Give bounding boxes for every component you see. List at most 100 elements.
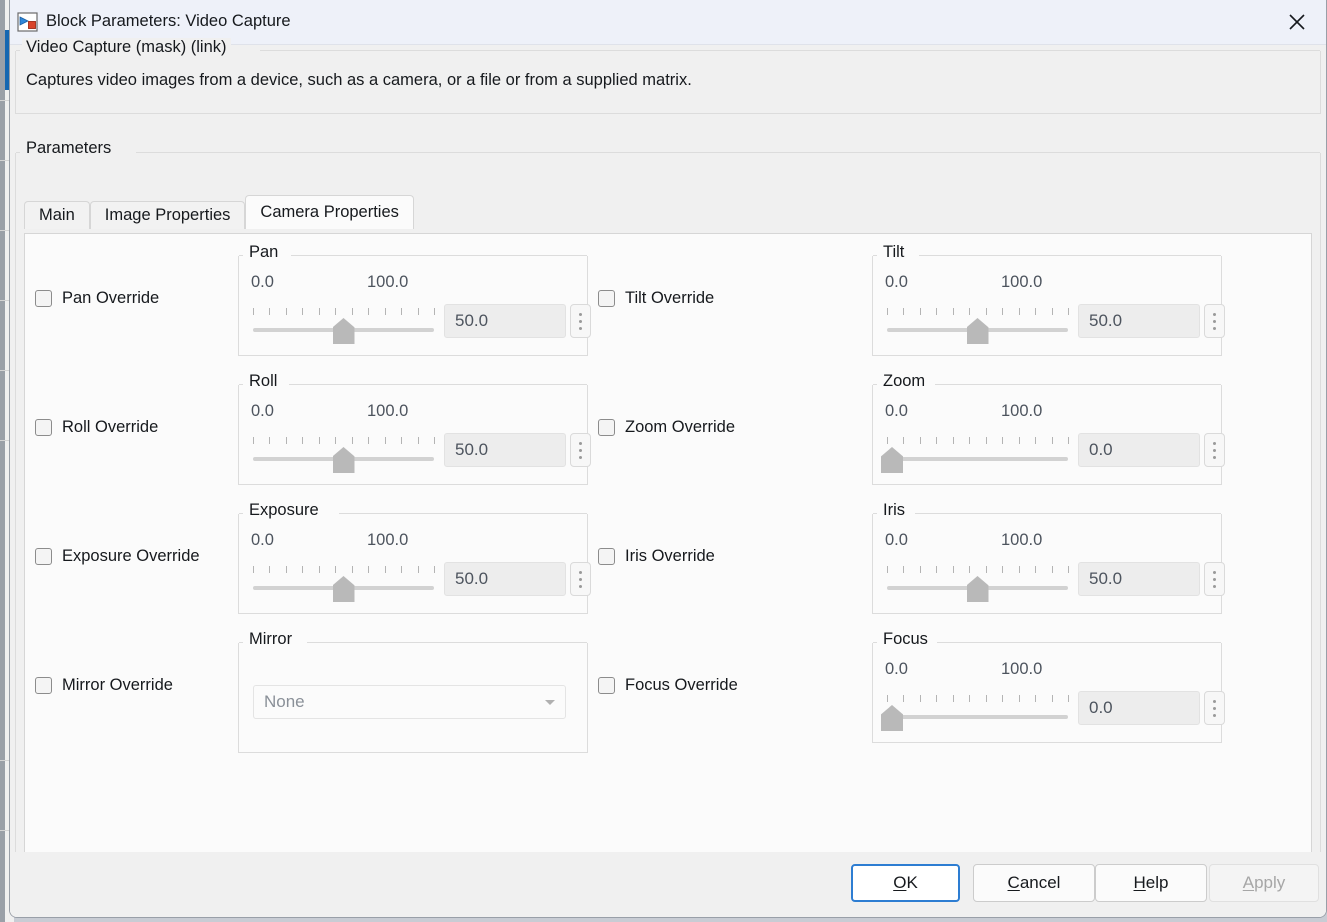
roll-stepper-icon[interactable] (570, 433, 591, 467)
roll-min-label: 0.0 (251, 402, 274, 420)
iris-value-field[interactable]: 50.0 (1078, 562, 1200, 596)
pan-value-field[interactable]: 50.0 (444, 304, 566, 338)
mirror-group: Mirror None (238, 630, 588, 753)
help-label-rest: elp (1145, 873, 1169, 892)
ok-label-rest: K (906, 873, 918, 892)
roll-value-field[interactable]: 50.0 (444, 433, 566, 467)
focus-value-field[interactable]: 0.0 (1078, 691, 1200, 725)
pan-override-checkbox[interactable]: Pan Override (35, 289, 159, 308)
tab-main[interactable]: Main (24, 201, 90, 229)
checkbox-box-icon (598, 677, 615, 694)
zoom-override-label: Zoom Override (625, 418, 736, 436)
checkbox-box-icon (35, 677, 52, 694)
tilt-slider-thumb[interactable] (966, 318, 989, 344)
simulink-block-icon (16, 10, 40, 34)
exposure-value-field[interactable]: 50.0 (444, 562, 566, 596)
pan-slider[interactable] (253, 308, 435, 344)
zoom-stepper-icon[interactable] (1204, 433, 1225, 467)
zoom-override-checkbox[interactable]: Zoom Override (598, 418, 735, 437)
tilt-max-label: 100.0 (1001, 273, 1043, 291)
focus-group: Focus 0.0 100.0 0.0 (872, 630, 1225, 743)
tab-image-properties-label: Image Properties (104, 206, 231, 224)
iris-override-checkbox[interactable]: Iris Override (598, 547, 715, 566)
focus-stepper-icon[interactable] (1204, 691, 1225, 725)
mask-header-group: Video Capture (mask) (link) Captures vid… (15, 38, 1321, 114)
dialog-body: Video Capture (mask) (link) Captures vid… (10, 38, 1326, 917)
tilt-slider[interactable] (887, 308, 1069, 344)
focus-min-label: 0.0 (885, 660, 908, 678)
checkbox-box-icon (35, 548, 52, 565)
ok-button[interactable]: OK (851, 864, 960, 902)
mask-description: Captures video images from a device, suc… (26, 71, 692, 89)
iris-override-label: Iris Override (625, 547, 715, 565)
zoom-min-label: 0.0 (885, 402, 908, 420)
exposure-slider-thumb[interactable] (332, 576, 355, 602)
pan-max-label: 100.0 (367, 273, 409, 291)
zoom-max-label: 100.0 (1001, 402, 1043, 420)
checkbox-box-icon (35, 290, 52, 307)
roll-override-checkbox[interactable]: Roll Override (35, 418, 158, 437)
dialog-footer: OK Cancel Help Apply (10, 852, 1326, 917)
exposure-override-checkbox[interactable]: Exposure Override (35, 547, 200, 566)
roll-group-title: Roll (245, 372, 282, 391)
exposure-group-title: Exposure (245, 501, 323, 520)
zoom-slider-thumb[interactable] (881, 447, 903, 473)
roll-override-label: Roll Override (62, 418, 159, 436)
tab-image-properties[interactable]: Image Properties (89, 201, 246, 229)
exposure-max-label: 100.0 (367, 531, 409, 549)
pan-override-label: Pan Override (62, 289, 160, 307)
roll-slider[interactable] (253, 437, 435, 473)
help-button[interactable]: Help (1095, 864, 1207, 902)
ok-mnemonic: O (893, 873, 907, 892)
focus-slider-track (887, 715, 1068, 719)
tilt-value-field[interactable]: 50.0 (1078, 304, 1200, 338)
mirror-select[interactable]: None (253, 685, 566, 719)
tilt-override-label: Tilt Override (625, 289, 715, 307)
iris-stepper-icon[interactable] (1204, 562, 1225, 596)
exposure-stepper-icon[interactable] (570, 562, 591, 596)
tilt-override-checkbox[interactable]: Tilt Override (598, 289, 714, 308)
pan-slider-thumb[interactable] (332, 318, 355, 344)
focus-override-checkbox[interactable]: Focus Override (598, 676, 738, 695)
exposure-slider[interactable] (253, 566, 435, 602)
mirror-select-value: None (264, 692, 305, 711)
zoom-value-field[interactable]: 0.0 (1078, 433, 1200, 467)
cancel-label-rest: ancel (1019, 873, 1061, 892)
mirror-group-title: Mirror (245, 630, 297, 649)
roll-slider-thumb[interactable] (332, 447, 355, 473)
focus-slider-thumb[interactable] (881, 705, 903, 731)
chevron-down-icon (545, 700, 555, 705)
cancel-button[interactable]: Cancel (973, 864, 1095, 902)
focus-slider[interactable] (881, 695, 1069, 731)
iris-slider[interactable] (887, 566, 1069, 602)
iris-slider-thumb[interactable] (966, 576, 989, 602)
checkbox-box-icon (598, 419, 615, 436)
exposure-group: Exposure 0.0 100.0 50.0 (238, 501, 591, 614)
focus-group-title: Focus (879, 630, 932, 649)
zoom-group-title: Zoom (879, 372, 930, 391)
pan-min-label: 0.0 (251, 273, 274, 291)
exposure-min-label: 0.0 (251, 531, 274, 549)
tab-strip: Main Image Properties Camera Properties (24, 195, 1312, 229)
checkbox-box-icon (598, 290, 615, 307)
tab-main-label: Main (39, 206, 75, 224)
close-icon[interactable] (1268, 0, 1326, 44)
pan-slider-ticks (253, 308, 435, 316)
focus-override-label: Focus Override (625, 676, 738, 694)
tab-camera-properties[interactable]: Camera Properties (245, 195, 414, 229)
mirror-override-label: Mirror Override (62, 676, 173, 694)
zoom-slider-track (887, 457, 1068, 461)
tilt-stepper-icon[interactable] (1204, 304, 1225, 338)
mirror-override-checkbox[interactable]: Mirror Override (35, 676, 173, 695)
pan-stepper-icon[interactable] (570, 304, 591, 338)
pan-group: Pan 0.0 100.0 50.0 (238, 243, 591, 356)
block-parameters-dialog: Block Parameters: Video Capture Video Ca… (9, 0, 1327, 918)
mask-title: Video Capture (mask) (link) (22, 38, 231, 57)
cancel-mnemonic: C (1007, 873, 1020, 892)
iris-max-label: 100.0 (1001, 531, 1043, 549)
apply-button[interactable]: Apply (1209, 864, 1319, 902)
apply-label-rest: pply (1254, 873, 1286, 892)
tilt-group: Tilt 0.0 100.0 50.0 (872, 243, 1225, 356)
parameters-group: Parameters Main Image Properties Camera … (15, 139, 1321, 898)
zoom-slider[interactable] (881, 437, 1069, 473)
